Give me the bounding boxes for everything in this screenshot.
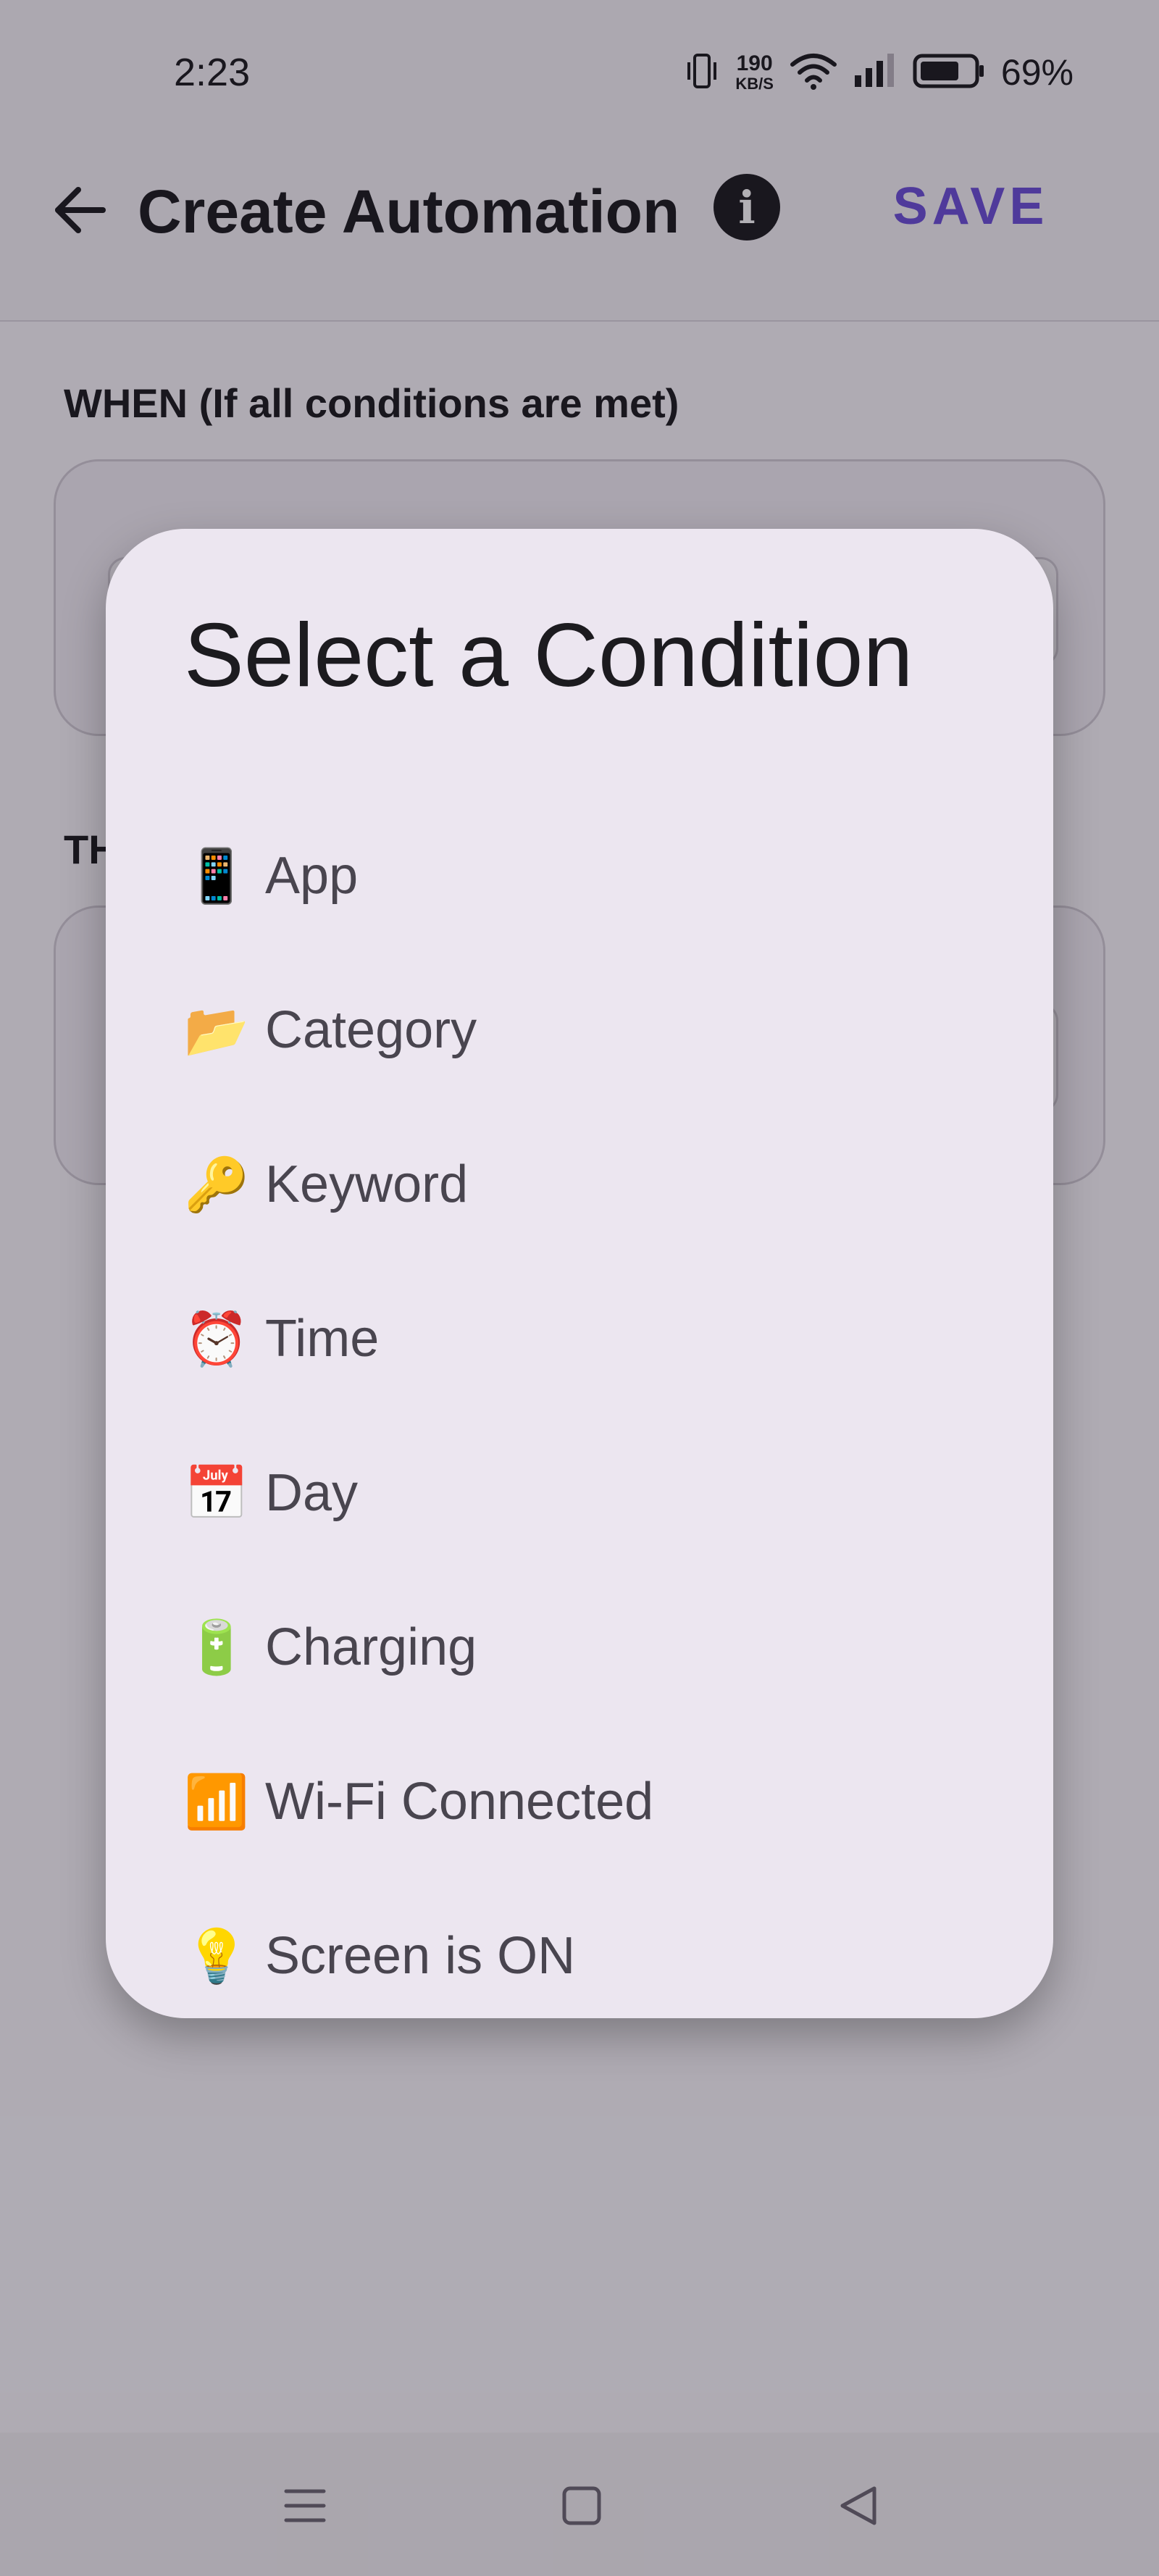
battery-icon: 🔋 [184, 1616, 249, 1678]
condition-label: Time [265, 1309, 380, 1368]
dialog-title: Select a Condition [184, 606, 913, 706]
condition-item-wifi-connected[interactable]: 📶 Wi-Fi Connected [106, 1724, 1053, 1878]
condition-item-charging[interactable]: 🔋 Charging [106, 1570, 1053, 1724]
condition-label: Category [265, 1000, 477, 1059]
signal-bars-icon: 📶 [184, 1770, 249, 1832]
folder-icon: 📂 [184, 999, 249, 1061]
condition-item-category[interactable]: 📂 Category [106, 953, 1053, 1107]
mobile-phone-icon: 📱 [184, 845, 249, 906]
alarm-clock-icon: ⏰ [184, 1308, 249, 1369]
select-condition-dialog: Select a Condition 📱 App 📂 Category 🔑 Ke… [106, 529, 1053, 2018]
condition-label: Charging [265, 1618, 477, 1676]
condition-label: Screen is ON [265, 1926, 576, 1985]
condition-item-day[interactable]: 📅 Day [106, 1415, 1053, 1570]
condition-label: Wi-Fi Connected [265, 1772, 654, 1831]
key-icon: 🔑 [184, 1153, 249, 1215]
condition-item-time[interactable]: ⏰ Time [106, 1261, 1053, 1415]
condition-item-keyword[interactable]: 🔑 Keyword [106, 1107, 1053, 1261]
condition-label: Day [265, 1463, 359, 1522]
condition-label: App [265, 846, 359, 905]
condition-label: Keyword [265, 1155, 469, 1213]
light-bulb-icon: 💡 [184, 1925, 249, 1986]
condition-list: 📱 App 📂 Category 🔑 Keyword ⏰ Time 📅 Day … [106, 798, 1053, 2033]
condition-item-app[interactable]: 📱 App [106, 798, 1053, 953]
calendar-icon: 📅 [184, 1462, 249, 1523]
condition-item-screen-on[interactable]: 💡 Screen is ON [106, 1878, 1053, 2033]
